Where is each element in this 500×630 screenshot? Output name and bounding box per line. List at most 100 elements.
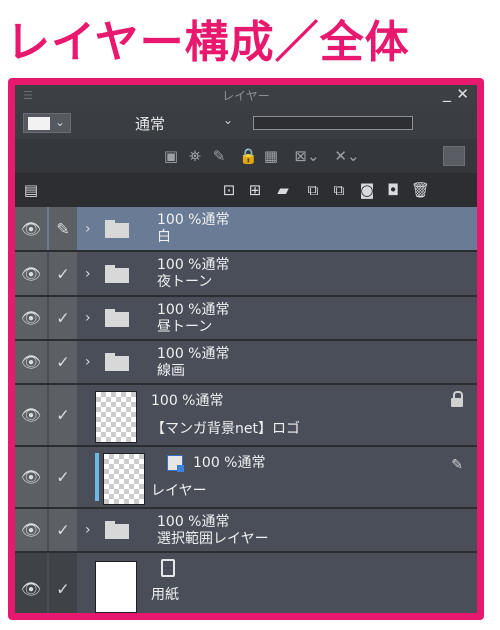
layer-color-swatch	[28, 117, 50, 130]
check-icon: ✓	[56, 467, 70, 487]
layer-name: 用紙	[151, 587, 179, 603]
layer-name: 夜トーン	[157, 274, 213, 290]
visibility-toggle[interactable]: 👁	[15, 447, 47, 507]
draft-icon: ✎	[451, 457, 463, 473]
layer-opacity-mode: 100 %通常	[157, 302, 230, 318]
visibility-toggle[interactable]: 👁	[15, 385, 47, 445]
eye-icon: 👁	[20, 219, 42, 238]
layer-row[interactable]: 👁 ✎ › 100 %通常 白	[15, 207, 477, 252]
mask-enable-icon[interactable]: ⊠⌄	[291, 148, 323, 164]
draft-icon[interactable]: ✎	[211, 148, 227, 164]
new-raster-icon[interactable]: ⊡	[221, 182, 237, 198]
edit-toggle[interactable]: ✓	[49, 341, 77, 383]
visibility-toggle[interactable]: 👁	[15, 553, 47, 613]
lock-transparent-icon[interactable]: ▦	[263, 148, 279, 164]
color-icon[interactable]	[443, 146, 465, 166]
layer-opacity-mode: 100 %通常	[151, 393, 224, 409]
layer-row[interactable]: 👁 ✓ › 100 %通常 線画	[15, 341, 477, 385]
edit-toggle[interactable]: ✓	[49, 252, 77, 295]
selection-indicator	[95, 453, 99, 501]
check-icon: ✓	[56, 308, 70, 328]
layer-row[interactable]: 👁 ✓ 100 %通常 レイヤー ✎	[15, 447, 477, 509]
expand-arrow-icon[interactable]: ›	[85, 310, 91, 326]
layer-opacity-mode: 100 %通常	[157, 514, 230, 530]
minimize-button[interactable]: _	[443, 85, 451, 102]
edit-toggle[interactable]: ✎	[49, 207, 77, 250]
layer-thumbnail	[95, 391, 137, 443]
eye-icon: 👁	[20, 520, 42, 540]
chevron-down-icon[interactable]: ⌄	[223, 113, 233, 127]
check-icon: ✓	[56, 405, 70, 425]
layer-row[interactable]: 👁 ✓ › 100 %通常 昼トーン	[15, 297, 477, 341]
edit-toggle[interactable]: ✓	[49, 447, 77, 507]
new-vector-icon[interactable]: ⊞	[247, 182, 263, 198]
layer-opacity-mode: 100 %通常	[157, 212, 230, 228]
layer-opacity-mode: 100 %通常	[193, 455, 266, 471]
blend-toolbar: ⌄ 通常 ⌄	[15, 105, 477, 139]
eye-icon: 👁	[20, 405, 42, 425]
edit-toggle[interactable]: ✓	[49, 553, 77, 613]
combine-icon[interactable]: ⧉	[331, 182, 347, 198]
mask-apply-icon[interactable]: ◘	[385, 182, 401, 198]
clip-icon[interactable]: ▣	[163, 148, 179, 164]
trash-icon[interactable]: 🗑	[411, 182, 430, 198]
visibility-toggle[interactable]: 👁	[15, 207, 47, 250]
edit-toggle[interactable]: ✓	[49, 509, 77, 551]
eye-icon: 👁	[20, 467, 42, 487]
ref-layer-icon[interactable]: ⛯	[187, 148, 203, 164]
pen-icon: ✎	[56, 219, 70, 238]
close-button[interactable]: ✕	[456, 85, 469, 103]
merge-icon[interactable]: ⧉	[305, 182, 321, 198]
expand-arrow-icon[interactable]: ›	[85, 221, 91, 237]
layer-action-toolbar: ▤ ⊡ ⊞ ▰ ⧉ ⧉ ◙ ◘ 🗑	[15, 173, 477, 207]
folder-icon	[105, 309, 129, 327]
layer-panel: ☰ レイヤー _ ✕ ⌄ 通常 ⌄ ▣ ⛯ ✎ 🔒 ▦ ⊠⌄ ✕⌄ ▤ ⊡ ⊞ …	[8, 78, 484, 620]
panel-titlebar[interactable]: ☰ レイヤー _ ✕	[15, 85, 477, 105]
layer-opacity-mode: 100 %通常	[157, 346, 230, 362]
layer-name: 白	[157, 229, 171, 245]
check-icon: ✓	[56, 264, 70, 283]
layer-name: レイヤー	[151, 483, 207, 499]
folder-icon	[105, 353, 129, 371]
layer-row[interactable]: 👁 ✓ 用紙	[15, 553, 477, 613]
expand-arrow-icon[interactable]: ›	[85, 522, 91, 538]
blend-mode-select[interactable]: 通常	[135, 113, 165, 134]
expand-arrow-icon[interactable]: ›	[85, 266, 91, 282]
check-icon: ✓	[56, 352, 70, 372]
edit-toggle[interactable]: ✓	[49, 297, 77, 339]
layer-color-dropdown[interactable]: ⌄	[23, 113, 71, 133]
layer-thumbnail	[95, 561, 137, 613]
raster-layer-icon	[167, 455, 184, 472]
folder-icon	[105, 521, 129, 539]
layer-row[interactable]: 👁 ✓ › 100 %通常 夜トーン	[15, 252, 477, 297]
eye-icon: 👁	[20, 579, 42, 599]
layer-name: 選択範囲レイヤー	[157, 531, 269, 547]
layer-row[interactable]: 👁 ✓ 100 %通常 【マンガ背景net】ロゴ	[15, 385, 477, 447]
layer-row[interactable]: 👁 ✓ › 100 %通常 選択範囲レイヤー	[15, 509, 477, 553]
edit-toggle[interactable]: ✓	[49, 385, 77, 445]
visibility-toggle[interactable]: 👁	[15, 341, 47, 383]
layer-property-toolbar: ▣ ⛯ ✎ 🔒 ▦ ⊠⌄ ✕⌄	[15, 139, 477, 173]
paper-icon	[161, 559, 175, 577]
check-icon: ✓	[56, 520, 70, 540]
layer-thumbnail	[103, 453, 145, 505]
lock-icon	[451, 391, 463, 407]
visibility-toggle[interactable]: 👁	[15, 297, 47, 339]
expand-arrow-icon[interactable]: ›	[85, 354, 91, 370]
layer-name: 昼トーン	[157, 319, 213, 335]
chevron-down-icon: ⌄	[54, 115, 65, 129]
layer-name: 線画	[157, 363, 185, 379]
eye-icon: 👁	[20, 264, 42, 283]
page-heading: レイヤー構成／全体	[6, 17, 410, 68]
layer-opacity-mode: 100 %通常	[157, 257, 230, 273]
opacity-slider[interactable]	[253, 116, 413, 130]
eye-icon: 👁	[20, 308, 42, 328]
layer-menu-icon[interactable]: ▤	[23, 182, 39, 198]
visibility-toggle[interactable]: 👁	[15, 509, 47, 551]
lock-icon[interactable]: 🔒	[239, 148, 258, 164]
mask-icon[interactable]: ◙	[359, 182, 375, 198]
visibility-toggle[interactable]: 👁	[15, 252, 47, 295]
panel-title: レイヤー	[222, 89, 270, 103]
new-folder-icon[interactable]: ▰	[275, 182, 291, 198]
mask-display-icon[interactable]: ✕⌄	[331, 148, 363, 164]
